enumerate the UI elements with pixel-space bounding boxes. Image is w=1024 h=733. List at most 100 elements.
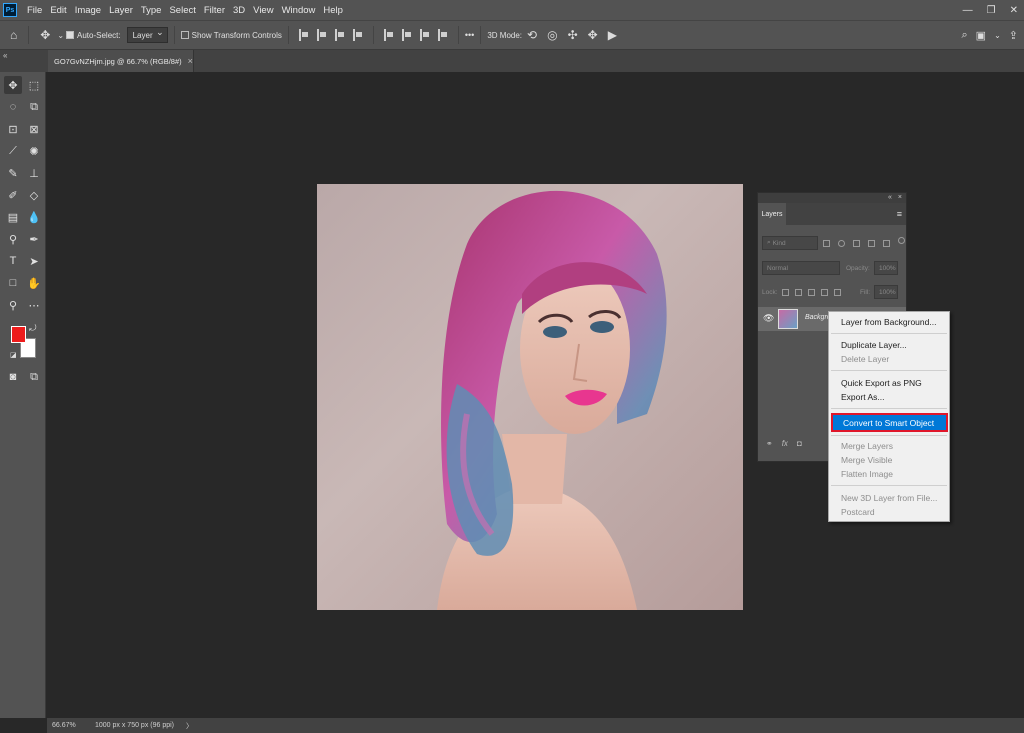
menu-image[interactable]: Image (71, 5, 105, 16)
fx-icon[interactable]: fx (782, 439, 788, 448)
align-right-icon[interactable] (334, 29, 345, 41)
rectangle-tool-icon[interactable]: □ (4, 274, 22, 292)
layer-filter-kind[interactable]: ⌕ Kind (762, 236, 818, 250)
menu-3d[interactable]: 3D (229, 5, 249, 16)
align-top-icon[interactable] (352, 29, 363, 41)
show-transform-checkbox[interactable]: Show Transform Controls (180, 31, 282, 40)
menu-view[interactable]: View (249, 5, 277, 16)
zoom-tool-icon[interactable]: ⚲ (4, 296, 22, 314)
menu-duplicate-layer[interactable]: Duplicate Layer... (829, 338, 949, 352)
foreground-color-swatch[interactable] (11, 326, 26, 343)
minimize-button[interactable]: — (963, 5, 973, 16)
history-brush-tool-icon[interactable]: ✐ (4, 186, 22, 204)
align-left-icon[interactable] (298, 29, 309, 41)
blur-tool-icon[interactable]: 💧 (25, 208, 43, 226)
3d-slide-icon[interactable]: ✥ (588, 28, 598, 42)
more-tools-icon[interactable]: ⋯ (25, 296, 43, 314)
pen-tool-icon[interactable]: ✒ (25, 230, 43, 248)
type-tool-icon[interactable]: T (4, 252, 22, 270)
frame-tool-icon[interactable]: ⊠ (25, 120, 43, 138)
move-tool-icon[interactable]: ✥ (4, 76, 22, 94)
close-panel-icon[interactable]: × (898, 193, 902, 203)
default-colors-icon[interactable]: ◪ (10, 351, 17, 359)
restore-button[interactable]: ❐ (987, 5, 996, 16)
eraser-tool-icon[interactable]: ◇ (25, 186, 43, 204)
filter-pixel-icon[interactable] (823, 240, 830, 247)
3d-pan-icon[interactable]: ✣ (568, 28, 578, 42)
object-select-tool-icon[interactable]: ⧉ (25, 98, 43, 116)
menu-file[interactable]: File (23, 5, 46, 16)
stamp-tool-icon[interactable]: ⊥ (25, 164, 43, 182)
auto-select-checkbox[interactable]: Auto-Select: (66, 31, 121, 40)
quick-mask-icon[interactable]: ◙ (4, 368, 22, 386)
dodge-tool-icon[interactable]: ⚲ (4, 230, 22, 248)
link-icon[interactable]: ⚭ (766, 439, 773, 448)
filter-toggle-icon[interactable] (898, 237, 905, 244)
auto-select-target-dropdown[interactable]: Layer (126, 27, 168, 43)
3d-orbit-icon[interactable]: ⟲ (527, 28, 537, 42)
share-icon[interactable]: ⇪ (1009, 29, 1018, 42)
menu-select[interactable]: Select (165, 5, 199, 16)
3d-roll-icon[interactable]: ◎ (547, 28, 557, 42)
menu-quick-export-png[interactable]: Quick Export as PNG (829, 376, 949, 390)
align-center-icon[interactable] (316, 29, 327, 41)
fill-field[interactable]: 100% (874, 285, 898, 299)
workspace-icon[interactable]: ▣ (976, 29, 986, 42)
filter-type-icon[interactable] (853, 240, 860, 247)
home-icon[interactable]: ⌂ (10, 28, 17, 42)
3d-camera-icon[interactable]: ▶ (608, 28, 617, 42)
more-options-button[interactable]: ••• (465, 30, 474, 40)
menu-help[interactable]: Help (319, 5, 347, 16)
panel-menu-icon[interactable]: ≡ (897, 209, 902, 219)
lock-image-icon[interactable] (795, 289, 802, 296)
marquee-tool-icon[interactable]: ⬚ (25, 76, 43, 94)
zoom-level[interactable]: 66.67% (47, 722, 87, 729)
healing-brush-tool-icon[interactable]: ✺ (25, 142, 43, 160)
lock-all-icon[interactable] (834, 289, 841, 296)
gradient-tool-icon[interactable]: ▤ (4, 208, 22, 226)
collapse-panel-icon[interactable]: « (3, 51, 7, 60)
path-select-tool-icon[interactable]: ➤ (25, 252, 43, 270)
blend-mode-dropdown[interactable]: Normal (762, 261, 840, 275)
filter-adjustment-icon[interactable] (838, 240, 845, 247)
distribute-spacing-icon[interactable] (437, 29, 448, 41)
filter-shape-icon[interactable] (868, 240, 875, 247)
menu-convert-to-smart-object[interactable]: Convert to Smart Object (831, 413, 948, 432)
document-tab[interactable]: GO7GvNZHjm.jpg @ 66.7% (RGB/8#) × (48, 50, 194, 72)
menu-edit[interactable]: Edit (46, 5, 70, 16)
lock-position-icon[interactable] (808, 289, 815, 296)
search-icon[interactable]: ⌕ (962, 29, 968, 42)
crop-tool-icon[interactable]: ⊡ (4, 120, 22, 138)
opacity-field[interactable]: 100% (874, 261, 898, 275)
screen-mode-icon[interactable]: ⧉ (25, 368, 43, 386)
menu-filter[interactable]: Filter (200, 5, 229, 16)
visibility-eye-icon[interactable]: 👁 (763, 313, 774, 324)
menu-window[interactable]: Window (278, 5, 320, 16)
collapse-panel-icon[interactable]: « (888, 193, 892, 203)
menu-type[interactable]: Type (137, 5, 166, 16)
swap-colors-icon[interactable]: ⤾ (29, 323, 37, 334)
tab-layers[interactable]: Layers (758, 203, 786, 225)
close-tab-icon[interactable]: × (188, 56, 193, 66)
lasso-tool-icon[interactable]: ◌ (4, 98, 22, 116)
lock-artboard-icon[interactable] (821, 289, 828, 296)
chevron-down-icon[interactable]: ⌄ (994, 31, 1001, 40)
chevron-down-icon[interactable]: ⌄ (57, 31, 64, 40)
lock-transparent-icon[interactable] (782, 289, 789, 296)
move-tool-icon[interactable]: ✥ (40, 28, 50, 42)
document-image[interactable] (317, 184, 743, 610)
mask-icon[interactable]: ◘ (797, 439, 802, 448)
hand-tool-icon[interactable]: ✋ (25, 274, 43, 292)
menu-export-as[interactable]: Export As... (829, 390, 949, 404)
menu-layer[interactable]: Layer (105, 5, 137, 16)
filter-kind-label: Kind (772, 239, 786, 247)
brush-tool-icon[interactable]: ✎ (4, 164, 22, 182)
close-button[interactable]: ✕ (1010, 5, 1018, 16)
status-menu-arrow-icon[interactable]: 〉 (186, 721, 193, 731)
menu-layer-from-background[interactable]: Layer from Background... (829, 315, 949, 329)
distribute-left-icon[interactable] (383, 29, 394, 41)
eyedropper-tool-icon[interactable]: ⟋ (4, 142, 22, 160)
distribute-center-icon[interactable] (401, 29, 412, 41)
distribute-right-icon[interactable] (419, 29, 430, 41)
filter-smart-object-icon[interactable] (883, 240, 890, 247)
